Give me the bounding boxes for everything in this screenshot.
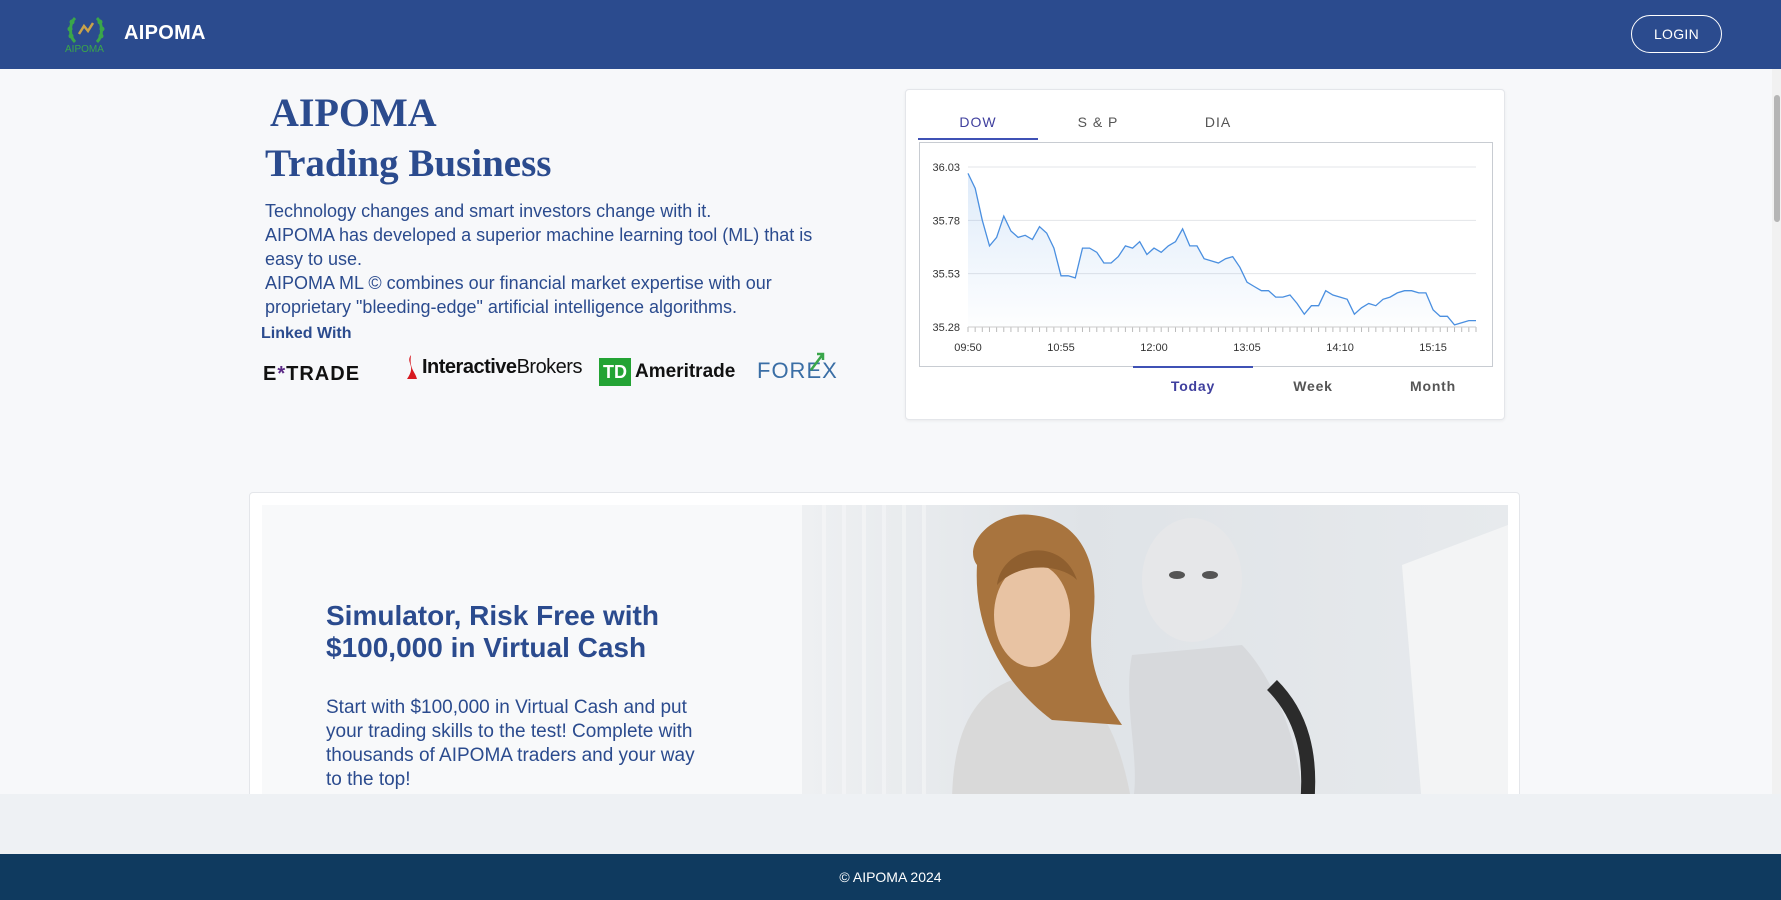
period-today[interactable]: Today [1133, 378, 1253, 394]
price-chart: 36.03 35.78 35.53 35.28 09:50 10:55 12:00 13:05… [932, 162, 1477, 354]
forex-logo[interactable]: FOREX [757, 352, 838, 384]
logo-text: AIPOMA [65, 44, 104, 55]
series-area [968, 173, 1476, 327]
top-navbar: AIPOMA AIPOMA LOGIN [0, 0, 1781, 69]
hero-line: Technology changes and smart investors c… [265, 201, 712, 221]
active-period-indicator [1133, 366, 1253, 368]
market-chart-card: DOW S & P DIA 36.03 35.78 35.53 35.28 09:50 1… [905, 89, 1505, 420]
etrade-star: * [277, 363, 287, 385]
login-button[interactable]: LOGIN [1631, 15, 1722, 53]
period-week[interactable]: Week [1253, 378, 1373, 394]
woman-robot-illustration [822, 505, 1508, 805]
scrollbar-thumb[interactable] [1774, 95, 1780, 222]
y-tick-label: 35.28 [932, 322, 960, 334]
x-tick-label: 14:10 [1326, 342, 1354, 354]
tab-dia[interactable]: DIA [1158, 114, 1278, 130]
promo-description: Start with $100,000 in Virtual Cash and … [326, 697, 695, 790]
y-tick-label: 35.53 [932, 269, 960, 281]
forex-text: FOREX [757, 358, 838, 383]
y-tick-label: 36.03 [932, 162, 960, 174]
ib-flame-icon [407, 355, 417, 379]
ib-text: InteractiveBrokers [422, 355, 582, 378]
x-tick-label: 13:05 [1233, 342, 1261, 354]
hero-subtitle: Trading Business [265, 142, 552, 185]
ameritrade-text: Ameritrade [635, 361, 736, 382]
interactive-brokers-logo[interactable]: InteractiveBrokers [403, 353, 582, 381]
x-tick-label: 12:00 [1140, 342, 1168, 354]
etrade-e: E [263, 363, 278, 385]
promo-image-woman-and-robot [802, 505, 1508, 805]
footer-copyright: © AIPOMA 2024 [839, 869, 942, 885]
page-bottom-band [0, 794, 1781, 854]
hero-description: Technology changes and smart investors c… [265, 199, 835, 319]
td-box: TD [599, 358, 631, 386]
tab-dow[interactable]: DOW [918, 114, 1038, 130]
td-ameritrade-logo[interactable]: TD Ameritrade [599, 358, 735, 386]
aipoma-logo[interactable]: AIPOMA [65, 12, 107, 56]
active-tab-indicator [918, 138, 1038, 140]
x-tick-label: 09:50 [954, 342, 982, 354]
hero-line: AIPOMA has developed a superior machine … [265, 225, 813, 269]
tab-sp[interactable]: S & P [1038, 114, 1158, 130]
footer: © AIPOMA 2024 [0, 854, 1781, 900]
etrade-logo[interactable]: E*TRADE [263, 363, 360, 386]
hero-title: AIPOMA [270, 90, 437, 135]
forex-arrow-icon [810, 352, 825, 371]
etrade-text: TRADE [286, 363, 361, 385]
chart-plot-area: 36.03 35.78 35.53 35.28 09:50 10:55 12:00 13:05… [919, 142, 1493, 367]
promo-title: Simulator, Risk Free with $100,000 in Vi… [326, 600, 659, 663]
x-tick-label: 15:15 [1419, 342, 1447, 354]
brand-name[interactable]: AIPOMA [124, 22, 206, 45]
linked-with-label: Linked With [261, 325, 352, 342]
y-tick-label: 35.78 [932, 215, 960, 227]
hero-line: AIPOMA ML © combines our financial marke… [265, 273, 772, 317]
x-tick-label: 10:55 [1047, 342, 1075, 354]
period-month[interactable]: Month [1373, 378, 1493, 394]
